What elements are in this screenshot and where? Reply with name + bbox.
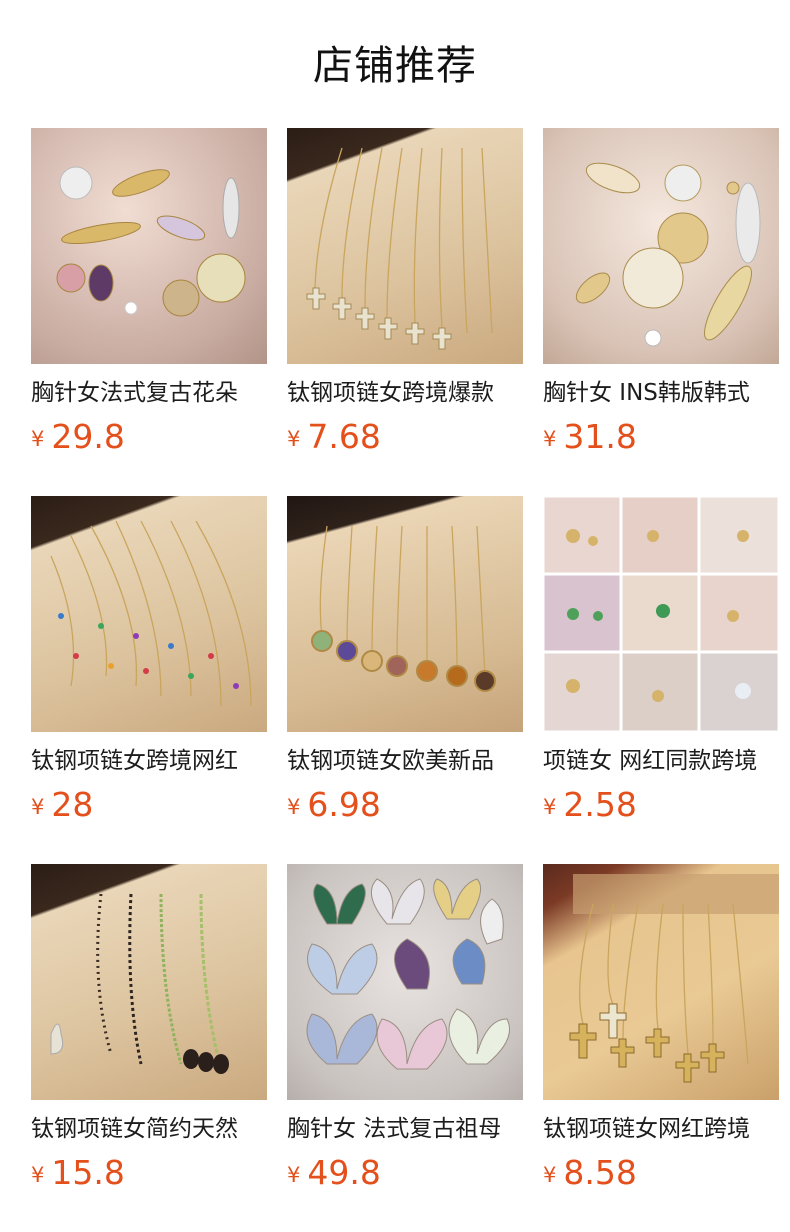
product-name[interactable]: 胸针女 法式复古祖母: [287, 1114, 523, 1144]
product-name[interactable]: 钛钢项链女网红跨境: [543, 1114, 779, 1144]
price-value: 7.68: [307, 417, 381, 456]
product-price: ¥6.98: [287, 785, 381, 825]
product-name[interactable]: 钛钢项链女跨境爆款: [287, 378, 523, 408]
product-price: ¥7.68: [287, 417, 381, 457]
product-price: ¥2.58: [543, 785, 637, 825]
product-price: ¥29.8: [31, 417, 125, 457]
product-name[interactable]: 钛钢项链女跨境网红: [31, 746, 267, 776]
product-price: ¥31.8: [543, 417, 637, 457]
product-price: ¥8.58: [543, 1153, 637, 1193]
product-image[interactable]: [31, 128, 267, 364]
currency-symbol: ¥: [543, 1163, 557, 1187]
price-value: 6.98: [307, 785, 381, 824]
product-card[interactable]: 钛钢项链女跨境爆款 ¥7.68: [287, 128, 523, 456]
product-image[interactable]: [287, 128, 523, 364]
section-title: 店铺推荐: [313, 43, 477, 89]
price-value: 31.8: [563, 417, 637, 456]
product-card[interactable]: 胸针女 INS韩版韩式 ¥31.8: [543, 128, 779, 456]
price-value: 8.58: [563, 1153, 637, 1192]
currency-symbol: ¥: [287, 795, 301, 819]
product-name[interactable]: 胸针女法式复古花朵: [31, 378, 267, 408]
price-value: 2.58: [563, 785, 637, 824]
product-image[interactable]: [31, 864, 267, 1100]
product-name[interactable]: 项链女 网红同款跨境: [543, 746, 779, 776]
product-price: ¥15.8: [31, 1153, 125, 1193]
product-card[interactable]: 胸针女 法式复古祖母 ¥49.8: [287, 864, 523, 1192]
product-card[interactable]: 钛钢项链女跨境网红 ¥28: [31, 496, 267, 824]
product-card[interactable]: 钛钢项链女欧美新品 ¥6.98: [287, 496, 523, 824]
product-name[interactable]: 钛钢项链女欧美新品: [287, 746, 523, 776]
product-name[interactable]: 钛钢项链女简约天然: [31, 1114, 267, 1144]
currency-symbol: ¥: [31, 1163, 45, 1187]
product-image[interactable]: [543, 128, 779, 364]
product-image[interactable]: [287, 864, 523, 1100]
price-value: 49.8: [307, 1153, 381, 1192]
product-card[interactable]: 胸针女法式复古花朵 ¥29.8: [31, 128, 267, 456]
price-value: 15.8: [51, 1153, 125, 1192]
product-price: ¥49.8: [287, 1153, 381, 1193]
currency-symbol: ¥: [543, 795, 557, 819]
product-card[interactable]: 钛钢项链女简约天然 ¥15.8: [31, 864, 267, 1192]
currency-symbol: ¥: [287, 427, 301, 451]
price-value: 29.8: [51, 417, 125, 456]
currency-symbol: ¥: [543, 427, 557, 451]
price-value: 28: [51, 785, 94, 824]
product-name[interactable]: 胸针女 INS韩版韩式: [543, 378, 779, 408]
currency-symbol: ¥: [287, 1163, 301, 1187]
product-image[interactable]: [543, 496, 779, 732]
product-card[interactable]: 钛钢项链女网红跨境 ¥8.58: [543, 864, 779, 1192]
product-image[interactable]: [543, 864, 779, 1100]
product-image[interactable]: [31, 496, 267, 732]
product-card[interactable]: 项链女 网红同款跨境 ¥2.58: [543, 496, 779, 824]
product-image[interactable]: [287, 496, 523, 732]
recommendation-page: 店铺推荐 胸针女法式复古花朵 ¥ 29.8 钛钢项链女跨境爆款 ¥ 7.68 胸…: [0, 0, 790, 1232]
product-price: ¥28: [31, 785, 93, 825]
currency-symbol: ¥: [31, 795, 45, 819]
currency-symbol: ¥: [31, 427, 45, 451]
